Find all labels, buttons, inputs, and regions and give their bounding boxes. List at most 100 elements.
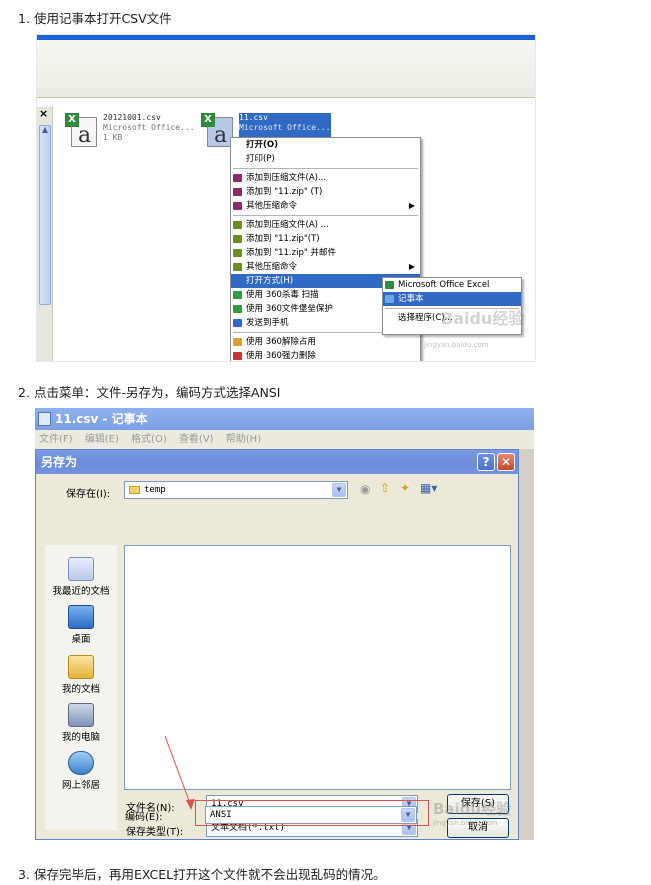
places-bar: 我最近的文档 桌面 我的文档 我的电脑 网上邻居 — [45, 545, 117, 830]
save-in-value: temp — [144, 485, 166, 495]
menu-item-label: 其他压缩命令 — [246, 201, 298, 211]
file-type: Microsoft Office... — [239, 123, 331, 132]
watermark-url: jingyan.baidu.com — [424, 341, 489, 349]
notepad-title: 11.csv - 记事本 — [55, 412, 148, 426]
csv-file-icon: aX — [65, 113, 97, 148]
watermark: Baidu经验 — [441, 309, 525, 328]
archive-icon — [233, 249, 242, 257]
menu-item[interactable]: 其他压缩命令 ▶ — [231, 199, 420, 213]
chevron-down-icon[interactable]: ▼ — [332, 483, 346, 497]
menu-item-label: 添加到 "11.zip" 并邮件 — [246, 248, 336, 258]
file-name: 20121001.csv — [103, 113, 161, 122]
place-my-computer[interactable]: 我的电脑 — [45, 703, 117, 743]
menu-item[interactable]: 打印(P) — [231, 152, 420, 166]
archive-icon — [233, 263, 242, 271]
menu-item[interactable]: 记事本 — [383, 292, 521, 306]
place-recent[interactable]: 我最近的文档 — [45, 557, 117, 597]
menu-item-label: 添加到 "11.zip" (T) — [246, 187, 323, 197]
back-icon[interactable]: ◉ — [360, 482, 370, 496]
menu-item-label: 使用 360解除占用 — [246, 337, 316, 347]
place-network[interactable]: 网上邻居 — [45, 751, 117, 791]
menu-item[interactable]: 添加到 "11.zip" (T) — [231, 185, 420, 199]
menu-item-label: 使用 360强力删除 — [246, 351, 316, 361]
menu-item-label: 记事本 — [398, 294, 424, 304]
step-3: 3. 保存完毕后，再用EXCEL打开这个文件就不会出现乱码的情况。 — [18, 864, 386, 883]
step-text: 使用记事本打开CSV文件 — [33, 11, 172, 26]
menu-file[interactable]: 文件(F) — [39, 434, 73, 445]
recent-documents-icon — [68, 557, 94, 581]
menu-item-label: 使用 360杀毒 扫描 — [246, 290, 319, 300]
network-icon — [68, 751, 94, 775]
place-desktop[interactable]: 桌面 — [45, 605, 117, 645]
place-label: 网上邻居 — [61, 780, 100, 791]
menu-item-label: 添加到压缩文件(A)... — [246, 173, 327, 183]
desktop-icon — [68, 605, 94, 629]
save-in-combo[interactable]: temp ▼ — [124, 481, 348, 499]
menu-item-label: 打开方式(H) — [246, 276, 294, 286]
menu-item[interactable]: 其他压缩命令 ▶ — [231, 260, 420, 274]
notepad-menubar: 文件(F) 编辑(E) 格式(O) 查看(V) 帮助(H) — [35, 430, 534, 449]
menu-item-label: 打开(O) — [246, 140, 278, 150]
phone-icon — [233, 319, 242, 327]
notepad-screenshot: 11.csv - 记事本 文件(F) 编辑(E) 格式(O) 查看(V) 帮助(… — [35, 408, 534, 840]
menu-item-label: 发送到手机 — [246, 318, 289, 328]
new-folder-icon[interactable]: ✦ — [400, 481, 410, 495]
explorer-screenshot: × ▲ aX 20121001.csv Microsoft Office... … — [36, 34, 536, 362]
notepad-icon — [385, 295, 394, 303]
submenu-arrow-icon: ▶ — [408, 262, 415, 271]
scroll-up-icon[interactable]: ▲ — [39, 125, 51, 137]
step-number: 1. — [18, 11, 30, 26]
menu-edit[interactable]: 编辑(E) — [85, 434, 119, 445]
menu-item-label: 添加到 "11.zip"(T) — [246, 234, 320, 244]
menu-item[interactable]: 打开(O) — [231, 138, 420, 152]
filetype-label: 保存类型(T): — [126, 827, 184, 838]
menu-item-label: 打印(P) — [246, 154, 275, 164]
file-size: 1 KB — [103, 133, 123, 142]
watermark: Baidu经验 — [433, 800, 512, 818]
notepad-titlebar: 11.csv - 记事本 — [35, 408, 534, 430]
annotation-arrow — [164, 736, 195, 810]
close-icon[interactable]: × — [39, 107, 48, 120]
menu-item[interactable]: Microsoft Office Excel — [383, 278, 521, 292]
step-text: 点击菜单：文件-另存为，编码方式选择ANSI — [33, 385, 281, 400]
step-number: 3. — [18, 867, 30, 882]
csv-file-icon: aX — [201, 113, 233, 148]
menu-item[interactable]: 添加到压缩文件(A)... — [231, 171, 420, 185]
menu-item-label: 其他压缩命令 — [246, 262, 298, 272]
step-number: 2. — [18, 385, 30, 400]
menu-item[interactable]: 添加到 "11.zip"(T) — [231, 232, 420, 246]
excel-icon — [385, 281, 394, 289]
place-label: 我的电脑 — [61, 732, 100, 743]
highlight-box — [195, 800, 429, 826]
close-button[interactable]: ✕ — [497, 453, 515, 471]
menu-help[interactable]: 帮助(H) — [226, 434, 261, 445]
menu-item[interactable]: 使用 360强力删除 — [231, 349, 420, 361]
shield-icon — [233, 291, 242, 299]
up-folder-icon[interactable]: ⇧ — [380, 481, 390, 495]
winrar-icon — [233, 202, 242, 210]
winrar-icon — [233, 188, 242, 196]
submenu-arrow-icon: ▶ — [408, 201, 415, 210]
archive-icon — [233, 221, 242, 229]
file-type: Microsoft Office... — [103, 123, 195, 132]
scrollbar[interactable] — [39, 125, 51, 305]
menu-item[interactable]: 添加到压缩文件(A) ... — [231, 218, 420, 232]
menu-item[interactable]: 使用 360解除占用 — [231, 335, 420, 349]
menu-item-label: 添加到压缩文件(A) ... — [246, 220, 329, 230]
folder-icon — [129, 485, 140, 494]
step-1: 1. 使用记事本打开CSV文件 — [18, 8, 172, 27]
view-menu-icon[interactable]: ▦▾ — [420, 481, 437, 495]
my-documents-icon — [68, 655, 94, 679]
menu-item[interactable]: 添加到 "11.zip" 并邮件 — [231, 246, 420, 260]
file-name: 11.csv — [239, 113, 268, 122]
help-button[interactable]: ? — [477, 453, 495, 471]
archive-icon — [233, 235, 242, 243]
explorer-toolbar — [37, 40, 535, 98]
menu-item-label: Microsoft Office Excel — [398, 280, 490, 290]
file-item[interactable]: aX 20121001.csv Microsoft Office... 1 KB — [65, 113, 195, 148]
place-my-documents[interactable]: 我的文档 — [45, 655, 117, 695]
place-label: 我的文档 — [61, 684, 100, 695]
menu-format[interactable]: 格式(O) — [131, 434, 167, 445]
delete-icon — [233, 352, 242, 360]
menu-view[interactable]: 查看(V) — [179, 434, 214, 445]
